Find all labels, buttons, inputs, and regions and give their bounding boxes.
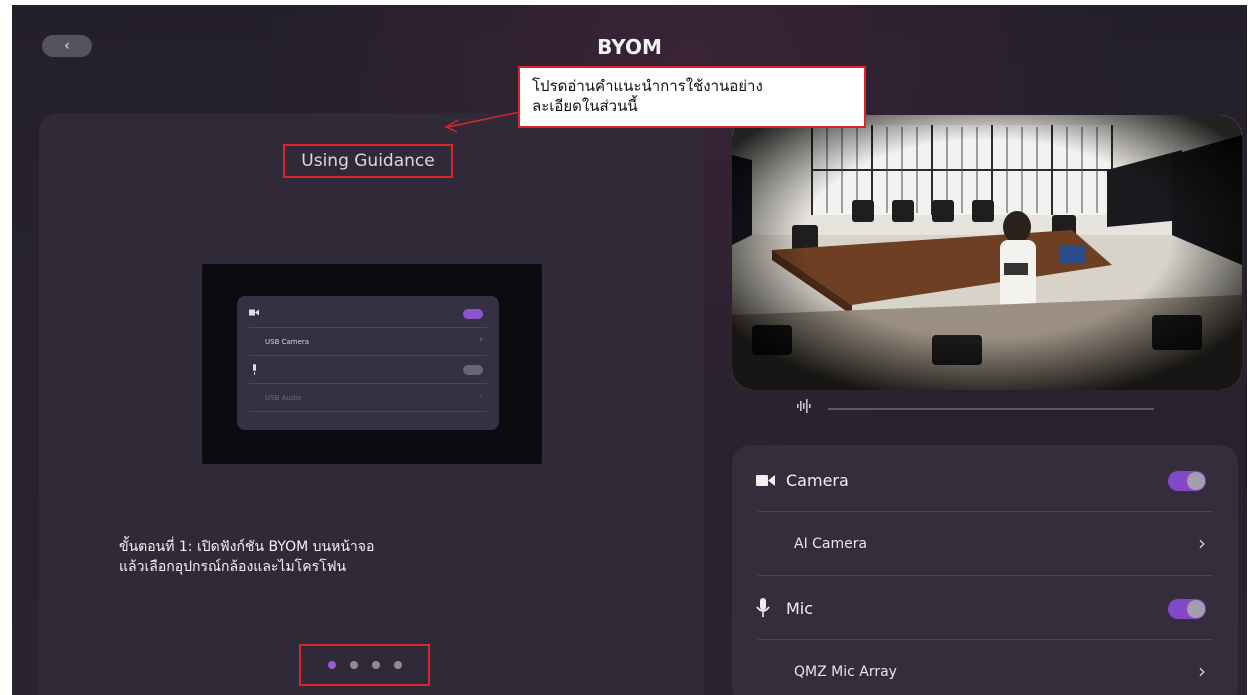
audio-level-track <box>828 408 1154 410</box>
divider <box>758 511 1212 512</box>
camera-device-row[interactable]: AI Camera › <box>794 513 1214 575</box>
divider <box>758 575 1212 576</box>
mini-audio-device-row: USB Audio › <box>249 384 487 412</box>
guidance-step-text: ขั้นตอนที่ 1: เปิดฟังก์ชัน BYOM บนหน้าจอ… <box>119 537 374 577</box>
device-settings-panel: Camera AI Camera › Mic QMZ Mic Array › <box>732 445 1238 695</box>
mic-label: Mic <box>786 598 814 618</box>
mic-icon <box>756 598 778 618</box>
mini-settings-panel: USB Camera › USB Audio › <box>237 296 499 430</box>
camera-row: Camera <box>756 449 1214 511</box>
chevron-right-icon[interactable]: › <box>1198 531 1206 555</box>
mic-toggle[interactable] <box>1168 599 1206 619</box>
camera-icon <box>756 474 778 487</box>
mini-mic-row <box>249 356 487 384</box>
mic-row: Mic <box>756 577 1214 639</box>
pager-dot-1[interactable] <box>327 661 336 669</box>
audio-level-meter <box>796 399 1156 419</box>
page-title: BYOM <box>597 35 662 59</box>
pager-dot-2[interactable] <box>349 661 358 669</box>
mini-camera-device: USB Camera <box>265 338 310 346</box>
chevron-right-icon: › <box>479 391 483 401</box>
mic-device-label: QMZ Mic Array <box>794 664 897 680</box>
camera-label: Camera <box>786 470 849 490</box>
callout-line-2: ละเอียดในส่วนนี้ <box>532 97 638 115</box>
camera-toggle[interactable] <box>1168 471 1206 491</box>
callout-line-1: โปรดอ่านคำแนะนำการใช้งานอย่าง <box>532 77 763 95</box>
chevron-right-icon[interactable]: › <box>1198 659 1206 683</box>
step-line-1: ขั้นตอนที่ 1: เปิดฟังก์ชัน BYOM บนหน้าจอ <box>119 539 375 555</box>
camera-icon <box>249 309 259 318</box>
mini-camera-row <box>249 300 487 328</box>
camera-preview <box>732 115 1242 390</box>
chevron-right-icon: › <box>479 335 483 345</box>
guidance-card: Using Guidance USB Camera › USB Audio › … <box>39 113 704 695</box>
mic-icon <box>251 364 258 377</box>
mini-mic-toggle <box>463 365 483 375</box>
mini-camera-device-row: USB Camera › <box>249 328 487 356</box>
annotation-callout: โปรดอ่านคำแนะนำการใช้งานอย่าง ละเอียดในส… <box>518 66 866 128</box>
audio-wave-icon <box>796 399 812 417</box>
guidance-illustration: USB Camera › USB Audio › <box>202 264 542 464</box>
pager-dot-3[interactable] <box>371 661 380 669</box>
guidance-pager <box>299 644 430 686</box>
camera-device-label: AI Camera <box>794 536 868 552</box>
guidance-heading: Using Guidance <box>283 144 453 178</box>
mic-device-row[interactable]: QMZ Mic Array › <box>794 641 1214 695</box>
pager-dot-4[interactable] <box>393 661 402 669</box>
camera-preview-image <box>732 115 1242 390</box>
divider <box>758 639 1212 640</box>
mini-camera-toggle <box>463 309 483 319</box>
step-line-2: แล้วเลือกอุปกรณ์กล้องและไมโครโฟน <box>119 559 347 575</box>
mini-audio-device: USB Audio <box>265 394 302 402</box>
